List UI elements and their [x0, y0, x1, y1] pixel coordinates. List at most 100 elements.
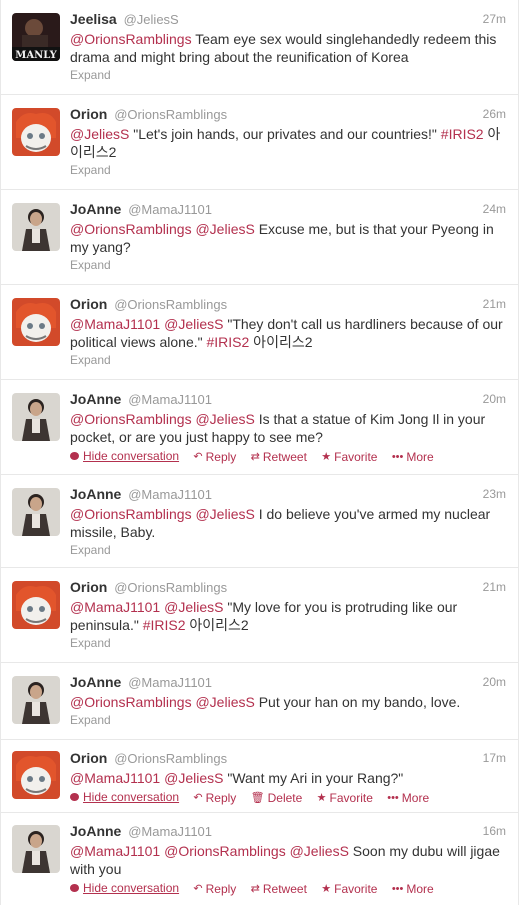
avatar[interactable] [12, 825, 60, 873]
avatar[interactable] [12, 751, 60, 799]
tweet[interactable]: JoAnne @MamaJ1101 20m @OrionsRamblings @… [1, 663, 518, 740]
tweet-username[interactable]: @MamaJ1101 [128, 392, 212, 407]
tweet-timestamp[interactable]: 21m [483, 296, 506, 312]
avatar[interactable] [12, 298, 60, 346]
tweet-content: Orion @OrionsRamblings 21m @MamaJ1101 @J… [70, 579, 506, 650]
tweet-username[interactable]: @OrionsRamblings [114, 297, 227, 312]
favorite-button[interactable]: ★ Favorite [321, 882, 377, 896]
tweet-username[interactable]: @JeliesS [124, 12, 179, 27]
tweet-mentions[interactable]: @MamaJ1101 @JeliesS [70, 770, 223, 786]
tweet-text: @OrionsRamblings @JeliesS Put your han o… [70, 693, 506, 711]
tweet-timestamp[interactable]: 17m [483, 750, 506, 766]
tweet-fullname[interactable]: JoAnne [70, 391, 121, 407]
tweet[interactable]: JoAnne @MamaJ1101 20m @OrionsRamblings @… [1, 380, 518, 475]
tweet-body: Put your han on my bando, love. [254, 694, 461, 710]
reply-button[interactable]: ↶ Reply [193, 882, 236, 896]
dots-icon: ••• [391, 451, 404, 463]
avatar[interactable] [12, 676, 60, 724]
tweet-hashtag[interactable]: #IRIS2 [206, 334, 249, 350]
tweet-fullname[interactable]: Orion [70, 106, 107, 122]
tweet-fullname[interactable]: Orion [70, 579, 107, 595]
tweet-timestamp[interactable]: 20m [483, 391, 506, 407]
tweet-mentions[interactable]: @OrionsRamblings @JeliesS [70, 694, 255, 710]
tweet-mentions[interactable]: @OrionsRamblings @JeliesS [70, 506, 255, 522]
more-button[interactable]: ••• More [392, 450, 434, 464]
tweet[interactable]: JoAnne @MamaJ1101 23m @OrionsRamblings @… [1, 475, 518, 568]
avatar[interactable] [12, 108, 60, 156]
expand-link[interactable]: Expand [70, 353, 506, 367]
tweet[interactable]: Orion @OrionsRamblings 21m @MamaJ1101 @J… [1, 568, 518, 663]
avatar-image [12, 488, 60, 536]
tweet-text: @OrionsRamblings @JeliesS I do believe y… [70, 505, 506, 541]
expand-link[interactable]: Expand [70, 163, 506, 177]
tweet-username[interactable]: @OrionsRamblings [114, 580, 227, 595]
tweet-fullname[interactable]: JoAnne [70, 486, 121, 502]
tweet-mentions[interactable]: @OrionsRamblings @JeliesS [70, 411, 255, 427]
avatar[interactable]: MANLY [12, 13, 60, 61]
delete-button[interactable]: 🗑︎ Delete [251, 791, 303, 805]
tweet-mentions[interactable]: @OrionsRamblings [70, 31, 192, 47]
tweet-mentions[interactable]: @OrionsRamblings @JeliesS [70, 221, 255, 237]
avatar[interactable] [12, 393, 60, 441]
avatar-caption: MANLY [15, 50, 57, 61]
more-button[interactable]: ••• More [387, 791, 429, 805]
avatar[interactable] [12, 581, 60, 629]
tweet-mentions[interactable]: @MamaJ1101 @OrionsRamblings @JeliesS [70, 843, 349, 859]
tweet-hashtag[interactable]: #IRIS2 [441, 126, 484, 142]
star-icon: ★ [321, 883, 332, 895]
more-button[interactable]: ••• More [392, 882, 434, 896]
tweet-content: Jeelisa @JeliesS 27m @OrionsRamblings Te… [70, 11, 506, 82]
tweet-fullname[interactable]: Orion [70, 750, 107, 766]
tweet-fullname[interactable]: JoAnne [70, 674, 121, 690]
favorite-button[interactable]: ★ Favorite [321, 450, 377, 464]
tweet-timestamp[interactable]: 26m [483, 106, 506, 122]
expand-link[interactable]: Expand [70, 68, 506, 82]
tweet-mentions[interactable]: @JeliesS [70, 126, 129, 142]
reply-button[interactable]: ↶ Reply [193, 450, 236, 464]
avatar[interactable] [12, 203, 60, 251]
tweet-header: JoAnne @MamaJ1101 16m [70, 823, 506, 839]
retweet-button[interactable]: ⇄ Retweet [251, 450, 307, 464]
reply-button[interactable]: ↶ Reply [193, 791, 236, 805]
tweet-username[interactable]: @OrionsRamblings [114, 751, 227, 766]
tweet[interactable]: Orion @OrionsRamblings 21m @MamaJ1101 @J… [1, 285, 518, 380]
tweet-timestamp[interactable]: 20m [483, 674, 506, 690]
avatar-image [12, 581, 60, 629]
expand-link[interactable]: Expand [70, 543, 506, 557]
tweet-username[interactable]: @OrionsRamblings [114, 107, 227, 122]
tweet-fullname[interactable]: JoAnne [70, 823, 121, 839]
expand-link[interactable]: Expand [70, 713, 506, 727]
tweet-timestamp[interactable]: 23m [483, 486, 506, 502]
tweet-timestamp[interactable]: 21m [483, 579, 506, 595]
reply-icon: ↶ [193, 792, 203, 804]
avatar[interactable] [12, 488, 60, 536]
hide-conversation-button[interactable]: Hide conversation [70, 881, 179, 895]
tweet-fullname[interactable]: Orion [70, 296, 107, 312]
hide-conversation-button[interactable]: Hide conversation [70, 790, 179, 804]
tweet-mentions[interactable]: @MamaJ1101 @JeliesS [70, 599, 223, 615]
tweet-username[interactable]: @MamaJ1101 [128, 824, 212, 839]
favorite-button[interactable]: ★ Favorite [317, 791, 373, 805]
tweet-feed: MANLY Jeelisa @JeliesS 27m @OrionsRambli… [0, 0, 519, 905]
tweet-username[interactable]: @MamaJ1101 [128, 202, 212, 217]
tweet[interactable]: Orion @OrionsRamblings 26m @JeliesS "Let… [1, 95, 518, 190]
tweet-fullname[interactable]: Jeelisa [70, 11, 117, 27]
tweet-username[interactable]: @MamaJ1101 [128, 487, 212, 502]
tweet[interactable]: MANLY Jeelisa @JeliesS 27m @OrionsRambli… [1, 0, 518, 95]
tweet-hashtag[interactable]: #IRIS2 [143, 617, 186, 633]
expand-link[interactable]: Expand [70, 636, 506, 650]
tweet-timestamp[interactable]: 16m [483, 823, 506, 839]
tweet-timestamp[interactable]: 24m [483, 201, 506, 217]
tweet-body: "Let's join hands, our privates and our … [129, 126, 441, 142]
expand-link[interactable]: Expand [70, 258, 506, 272]
tweet-fullname[interactable]: JoAnne [70, 201, 121, 217]
tweet-content: JoAnne @MamaJ1101 23m @OrionsRamblings @… [70, 486, 506, 557]
tweet-username[interactable]: @MamaJ1101 [128, 675, 212, 690]
tweet-mentions[interactable]: @MamaJ1101 @JeliesS [70, 316, 223, 332]
retweet-button[interactable]: ⇄ Retweet [251, 882, 307, 896]
tweet[interactable]: JoAnne @MamaJ1101 16m @MamaJ1101 @Orions… [1, 813, 518, 905]
hide-conversation-button[interactable]: Hide conversation [70, 449, 179, 463]
tweet-timestamp[interactable]: 27m [483, 11, 506, 27]
tweet[interactable]: Orion @OrionsRamblings 17m @MamaJ1101 @J… [1, 740, 518, 813]
tweet[interactable]: JoAnne @MamaJ1101 24m @OrionsRamblings @… [1, 190, 518, 285]
